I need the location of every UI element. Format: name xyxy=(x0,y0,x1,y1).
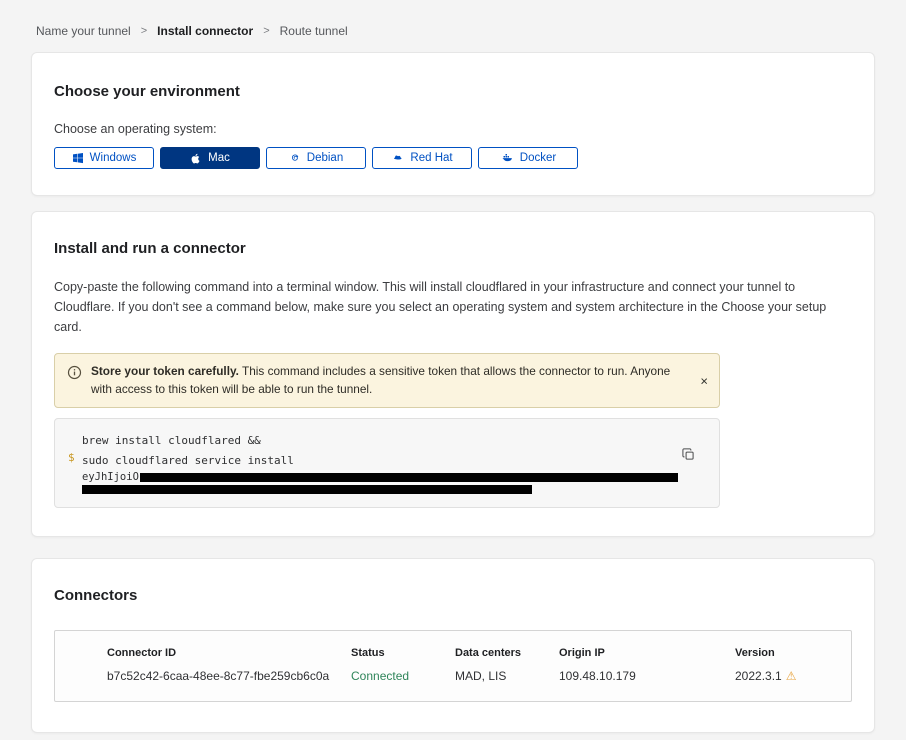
col-header-data-centers: Data centers xyxy=(455,647,559,659)
col-header-status: Status xyxy=(351,647,455,659)
breadcrumb-step-install-connector: Install connector xyxy=(157,24,253,38)
breadcrumb-separator: > xyxy=(141,25,147,37)
token-redaction-bar xyxy=(140,473,678,482)
col-header-origin-ip: Origin IP xyxy=(559,647,735,659)
connectors-card: Connectors Connector ID Status Data cent… xyxy=(31,558,875,733)
alert-close-icon[interactable]: × xyxy=(700,374,708,387)
connectors-table: Connector ID Status Data centers Origin … xyxy=(54,630,852,702)
token-prefix: eyJhIjoiO xyxy=(82,471,139,483)
alert-title: Store your token carefully. xyxy=(91,364,239,378)
cell-data-centers: MAD, LIS xyxy=(455,669,559,683)
breadcrumb-step-route-tunnel: Route tunnel xyxy=(280,24,348,38)
redhat-icon xyxy=(391,152,404,164)
cell-version: 2022.3.1 ⚠ xyxy=(735,669,841,683)
breadcrumb-step-name-your-tunnel[interactable]: Name your tunnel xyxy=(36,24,131,38)
os-button-redhat[interactable]: Red Hat xyxy=(372,147,472,169)
os-button-label: Windows xyxy=(90,152,137,164)
os-button-label: Debian xyxy=(307,152,343,164)
os-button-label: Docker xyxy=(520,152,556,164)
code-token-line: eyJhIjoiO xyxy=(82,471,679,483)
os-button-debian[interactable]: Debian xyxy=(266,147,366,169)
table-row: b7c52c42-6caa-48ee-8c77-fbe259cb6c0a Con… xyxy=(107,669,841,683)
os-button-docker[interactable]: Docker xyxy=(478,147,578,169)
os-button-mac[interactable]: Mac xyxy=(160,147,260,169)
os-select-label: Choose an operating system: xyxy=(54,122,846,136)
code-line-2: sudo cloudflared service install xyxy=(82,451,679,471)
copy-icon[interactable] xyxy=(679,445,697,466)
col-header-version: Version xyxy=(735,647,841,659)
breadcrumb: Name your tunnel > Install connector > R… xyxy=(0,0,906,38)
install-command-codeblock: $ brew install cloudflared && sudo cloud… xyxy=(54,418,720,508)
version-value: 2022.3.1 xyxy=(735,669,782,683)
cell-connector-id: b7c52c42-6caa-48ee-8c77-fbe259cb6c0a xyxy=(107,669,351,683)
cell-origin-ip: 109.48.10.179 xyxy=(559,669,735,683)
install-connector-card: Install and run a connector Copy-paste t… xyxy=(31,211,875,537)
status-badge: Connected xyxy=(351,669,455,683)
os-button-label: Red Hat xyxy=(410,152,452,164)
install-card-title: Install and run a connector xyxy=(54,240,846,257)
token-warning-alert: Store your token carefully. This command… xyxy=(54,353,720,408)
environment-card-title: Choose your environment xyxy=(54,83,846,100)
apple-icon xyxy=(190,152,202,165)
breadcrumb-separator: > xyxy=(263,25,269,37)
connectors-card-title: Connectors xyxy=(54,587,852,604)
os-button-windows[interactable]: Windows xyxy=(54,147,154,169)
os-button-group: Windows Mac Debian Red Hat xyxy=(54,147,846,169)
os-button-label: Mac xyxy=(208,152,230,164)
code-line-1: brew install cloudflared && xyxy=(82,431,679,451)
debian-icon xyxy=(289,152,301,164)
choose-environment-card: Choose your environment Choose an operat… xyxy=(31,52,875,196)
info-icon xyxy=(67,363,82,398)
token-redaction-bar xyxy=(82,485,532,494)
alert-text: Store your token carefully. This command… xyxy=(91,363,685,398)
windows-icon xyxy=(72,152,84,164)
col-header-connector-id: Connector ID xyxy=(107,647,351,659)
table-header-row: Connector ID Status Data centers Origin … xyxy=(107,647,841,659)
tunnel-setup-page: Name your tunnel > Install connector > R… xyxy=(0,0,906,740)
install-description: Copy-paste the following command into a … xyxy=(54,277,846,337)
docker-icon xyxy=(500,152,514,164)
version-warning-icon: ⚠ xyxy=(786,669,797,683)
shell-prompt: $ xyxy=(68,451,75,464)
